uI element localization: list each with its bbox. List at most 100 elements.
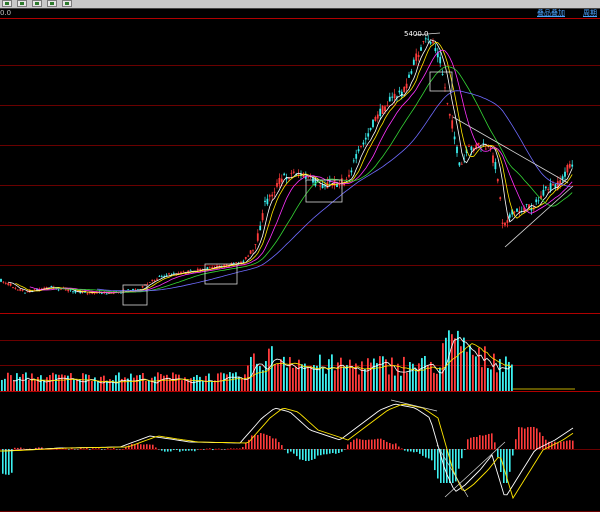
- macd-bar: [464, 449, 466, 450]
- candlestick-series: [0, 34, 574, 296]
- volume-bar: [382, 356, 384, 391]
- volume-bar: [25, 372, 27, 391]
- volume-bar: [409, 362, 411, 391]
- candle-body: [374, 116, 377, 121]
- candle-body: [525, 204, 528, 205]
- candle-body: [72, 291, 74, 293]
- macd-bar: [110, 448, 112, 450]
- candle-body: [271, 194, 274, 197]
- volume-bar: [64, 375, 66, 391]
- macd-bar: [431, 449, 433, 461]
- macd-bar: [77, 449, 79, 450]
- volume-bar: [490, 369, 492, 391]
- candle-body: [360, 146, 362, 147]
- volume-bar: [217, 373, 219, 391]
- macd-bar: [473, 437, 475, 449]
- candle-body: [24, 292, 26, 294]
- consolidation-box-1: [122, 284, 148, 306]
- candle-body: [350, 170, 353, 173]
- macd-bar: [497, 449, 499, 458]
- macd-bar: [386, 441, 388, 449]
- candle-body: [424, 38, 427, 40]
- volume-bar: [502, 371, 504, 391]
- volume-bar: [439, 367, 441, 391]
- macd-bar: [191, 449, 193, 451]
- candle-body: [57, 289, 60, 291]
- macd-bar: [407, 449, 409, 452]
- candle-body: [386, 105, 389, 107]
- macd-bar: [527, 427, 529, 449]
- volume-bar: [244, 374, 246, 391]
- macd-bar: [212, 449, 214, 451]
- macd-bar: [206, 448, 208, 450]
- candle-body: [12, 287, 14, 288]
- volume-bar: [262, 370, 264, 391]
- macd-bar: [164, 449, 166, 452]
- candle-body: [571, 164, 574, 167]
- volume-bar: [91, 380, 93, 391]
- volume-bar: [436, 373, 438, 391]
- volume-bar: [331, 354, 333, 391]
- volume-bar: [373, 358, 375, 391]
- volume-bar: [151, 377, 153, 391]
- candle-body: [7, 283, 10, 285]
- macd-bar: [275, 438, 277, 449]
- volume-bar: [265, 361, 267, 391]
- macd-bar: [332, 449, 334, 454]
- candle-body: [566, 164, 569, 173]
- macd-bar: [293, 449, 295, 454]
- trend-line-upper: [452, 116, 569, 184]
- macd-bar: [284, 449, 286, 450]
- volume-bar: [43, 380, 45, 391]
- candle-body: [132, 289, 134, 291]
- candle-body: [189, 269, 192, 271]
- macd-bar: [413, 449, 415, 453]
- macd-bar: [98, 448, 100, 449]
- macd-bar: [350, 442, 352, 449]
- macd-bar: [14, 447, 16, 449]
- macd-bar: [272, 438, 274, 449]
- candle-body: [458, 162, 461, 166]
- macd-bar: [233, 448, 235, 450]
- candle-body: [496, 179, 499, 182]
- volume-bar: [370, 362, 372, 391]
- candle-body: [321, 184, 324, 188]
- macd-bar: [377, 438, 379, 449]
- volume-bar: [391, 357, 393, 391]
- volume-bar: [259, 366, 261, 391]
- volume-bar: [31, 373, 33, 391]
- candle-body: [403, 86, 406, 92]
- macd-bar: [5, 449, 7, 475]
- candle-body: [86, 293, 89, 295]
- candle-body: [547, 188, 550, 190]
- candle-body: [127, 289, 130, 291]
- macd-bar: [104, 449, 106, 450]
- macd-bar: [485, 434, 487, 449]
- macd-bar: [203, 449, 205, 450]
- chart-canvas[interactable]: 5400.0: [0, 0, 600, 512]
- volume-bar: [274, 364, 276, 391]
- volume-bar: [424, 355, 426, 391]
- macd-bar: [491, 433, 493, 449]
- candle-body: [420, 47, 422, 51]
- macd-bar: [371, 439, 373, 449]
- volume-bar: [256, 363, 258, 391]
- volume-bar: [448, 330, 450, 391]
- volume-bar: [73, 379, 75, 391]
- macd-bar: [101, 449, 103, 450]
- volume-bar: [10, 375, 12, 391]
- macd-bar: [242, 447, 244, 449]
- volume-bar: [142, 372, 144, 391]
- volume-bar: [457, 330, 459, 391]
- macd-bar: [68, 449, 70, 450]
- candle-body: [16, 289, 19, 291]
- volume-bar: [328, 359, 330, 391]
- candle-body: [355, 154, 358, 159]
- volume-bar: [163, 375, 165, 391]
- volume-bar: [478, 347, 480, 391]
- volume-bar: [100, 376, 102, 391]
- volume-bar: [475, 356, 477, 391]
- candle-body: [45, 287, 48, 289]
- macd-bar: [290, 449, 292, 452]
- candle-body: [9, 283, 12, 286]
